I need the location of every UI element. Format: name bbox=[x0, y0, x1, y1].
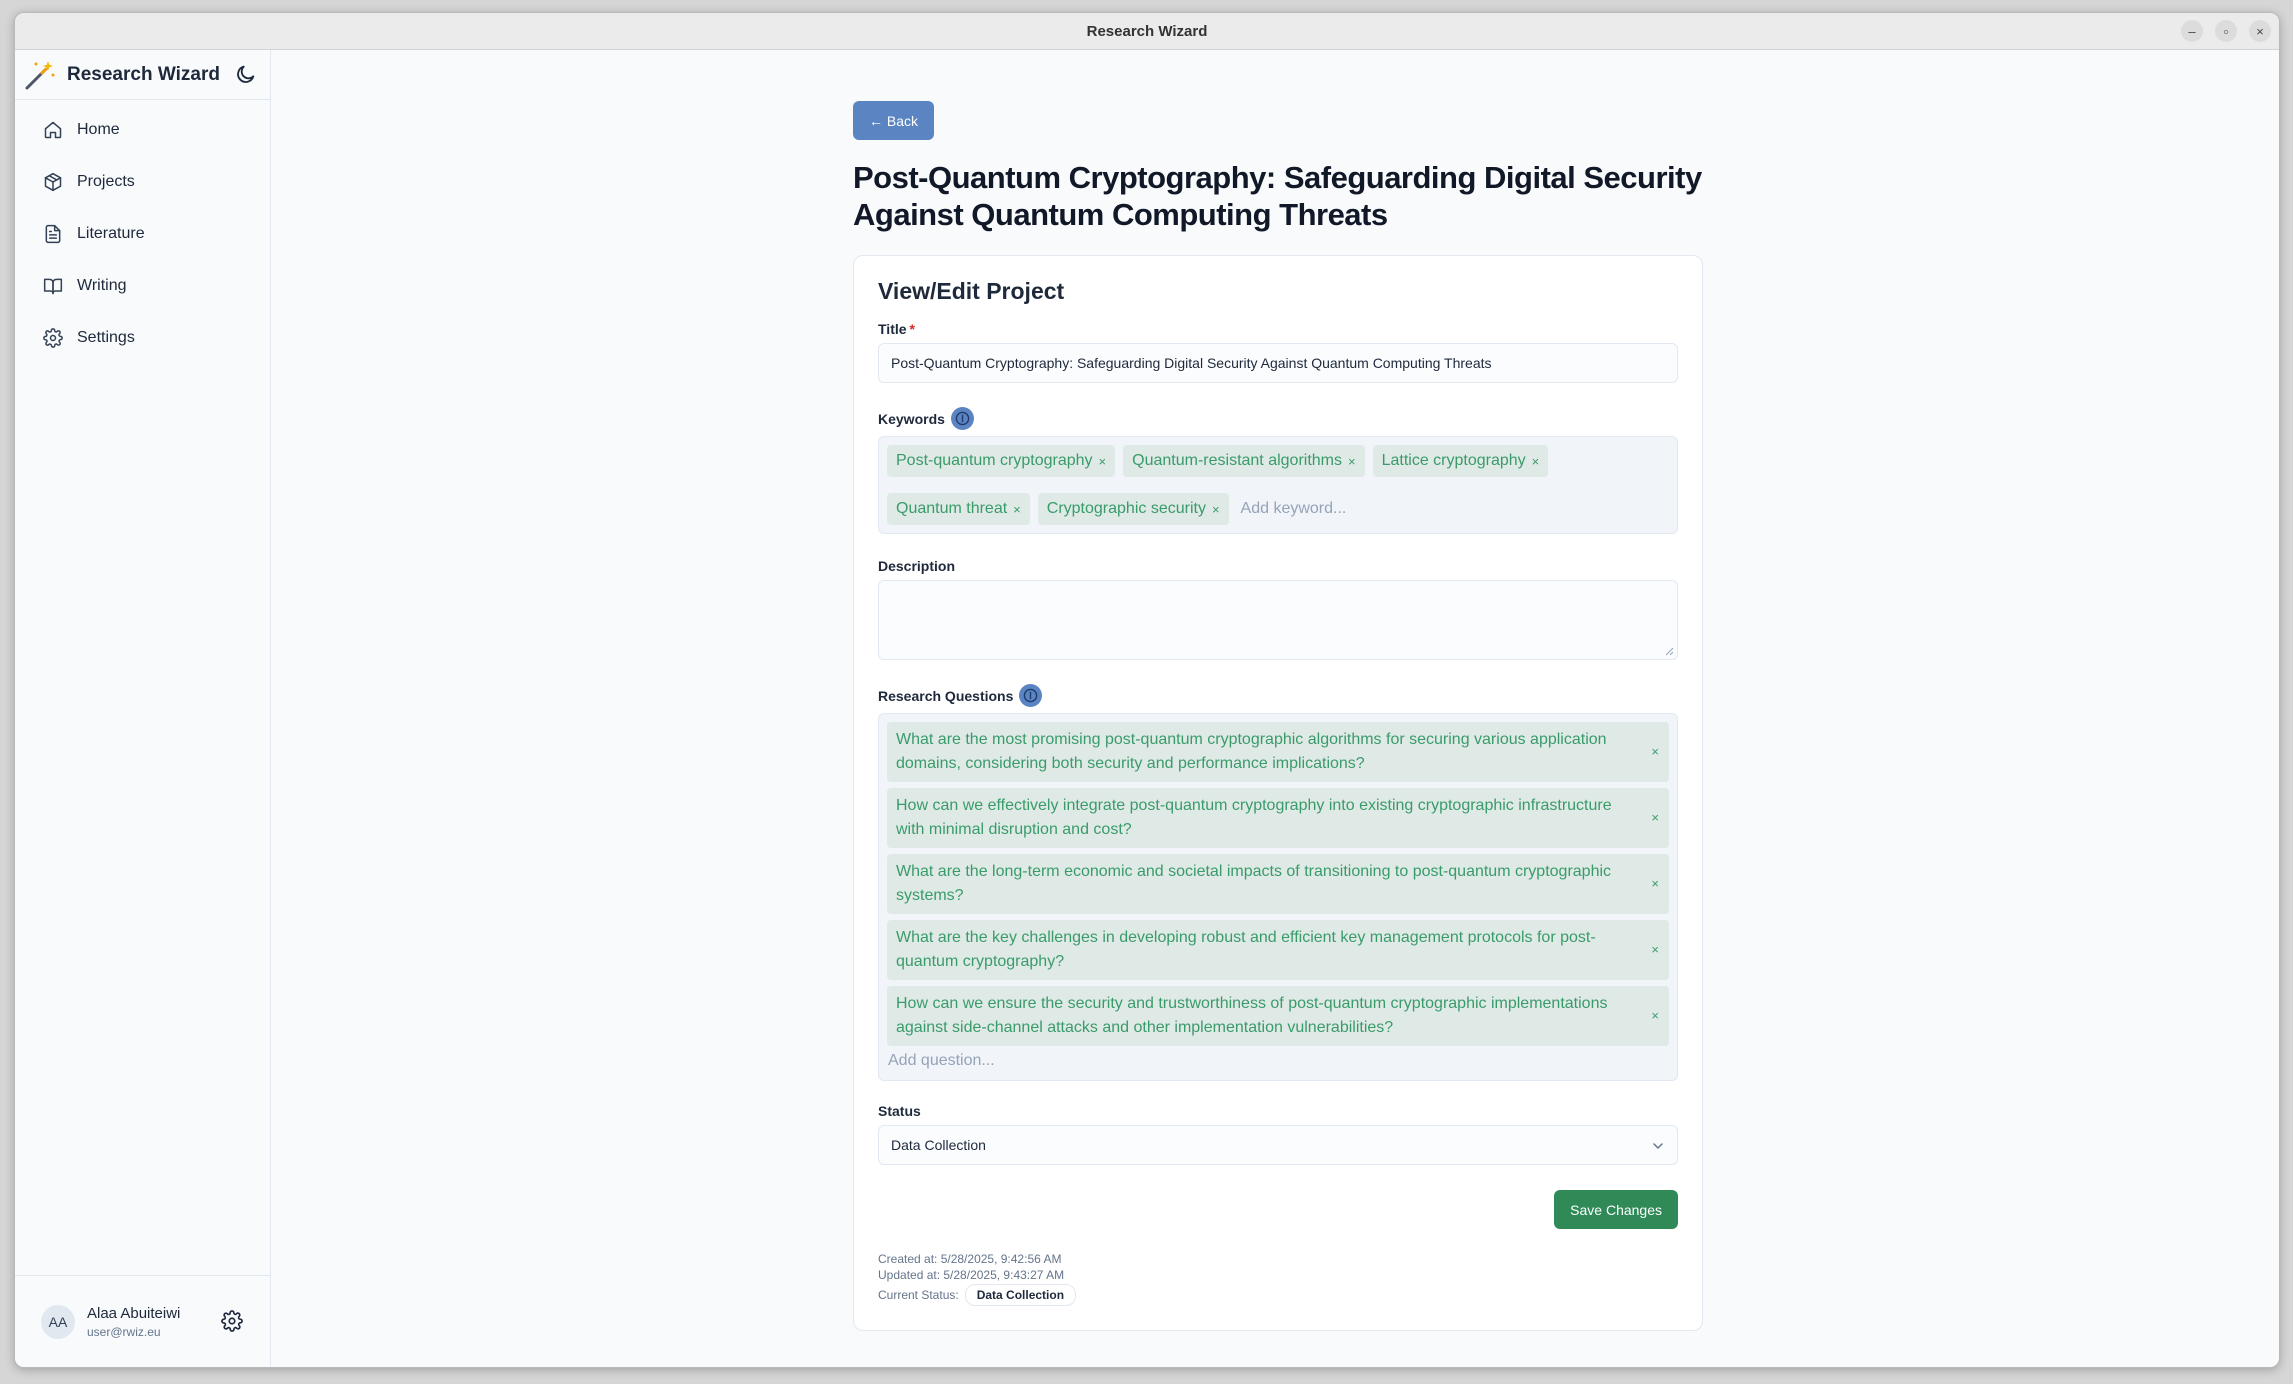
remove-keyword-icon[interactable]: × bbox=[1348, 454, 1356, 469]
user-settings-icon[interactable] bbox=[221, 1310, 243, 1332]
keyword-text: Quantum-resistant algorithms bbox=[1132, 452, 1342, 469]
keywords-input-box[interactable]: Post-quantum cryptography × Quantum-resis… bbox=[878, 436, 1678, 534]
project-form-card: View/Edit Project Title * Post-Quantum C… bbox=[853, 255, 1703, 1331]
keyword-chip: Post-quantum cryptography × bbox=[887, 445, 1116, 477]
description-textarea[interactable] bbox=[878, 580, 1678, 660]
book-open-icon bbox=[43, 278, 63, 295]
window-title: Research Wizard bbox=[1086, 22, 1208, 40]
info-icon[interactable] bbox=[1019, 684, 1043, 707]
sidebar-item-label: Settings bbox=[77, 329, 135, 346]
keywords-label: Keywords bbox=[878, 407, 1678, 430]
question-text: How can we effectively integrate post-qu… bbox=[896, 797, 1612, 838]
remove-keyword-icon[interactable]: × bbox=[1013, 502, 1021, 517]
sidebar-item-literature[interactable]: Literature bbox=[23, 212, 262, 256]
keyword-chip: Quantum threat × bbox=[887, 493, 1030, 525]
back-button[interactable]: ← Back bbox=[853, 101, 935, 140]
current-status-label: Current Status: bbox=[878, 1288, 959, 1302]
sidebar-item-label: Literature bbox=[77, 225, 145, 242]
keyword-chip: Lattice cryptography × bbox=[1372, 445, 1549, 477]
user-name: Alaa Abuiteiwi bbox=[87, 1304, 181, 1322]
info-icon[interactable] bbox=[950, 407, 974, 430]
keywords-label-text: Keywords bbox=[878, 410, 945, 427]
question-text: What are the most promising post-quantum… bbox=[896, 731, 1607, 772]
remove-question-icon[interactable]: × bbox=[1651, 938, 1659, 962]
title-label: Title * bbox=[878, 321, 1678, 337]
project-content: ← Back Post-Quantum Cryptography: Safegu… bbox=[853, 101, 1703, 1331]
title-label-text: Title bbox=[878, 321, 907, 337]
brand-name: Research Wizard bbox=[67, 63, 220, 85]
save-changes-button[interactable]: Save Changes bbox=[1554, 1190, 1678, 1229]
question-item: What are the long-term economic and soci… bbox=[887, 854, 1669, 914]
question-item: What are the key challenges in developin… bbox=[887, 920, 1669, 980]
status-badge: Data Collection bbox=[964, 1284, 1077, 1306]
avatar[interactable]: AA bbox=[41, 1304, 75, 1339]
sidebar-item-writing[interactable]: Writing bbox=[23, 264, 262, 308]
main-area: ← Back Post-Quantum Cryptography: Safegu… bbox=[271, 50, 2279, 1367]
keyword-text: Cryptographic security bbox=[1046, 500, 1206, 517]
add-keyword-input[interactable]: Add keyword... bbox=[1237, 493, 1347, 525]
description-label: Description bbox=[878, 558, 956, 574]
status-label: Status bbox=[878, 1103, 921, 1119]
remove-keyword-icon[interactable]: × bbox=[1099, 454, 1107, 469]
remove-keyword-icon[interactable]: × bbox=[1212, 502, 1220, 517]
status-select[interactable]: Data Collection bbox=[878, 1125, 1678, 1165]
title-input[interactable]: Post-Quantum Cryptography: Safeguarding … bbox=[878, 343, 1678, 383]
minimize-button[interactable]: – bbox=[2181, 20, 2203, 42]
research-questions-box: What are the most promising post-quantum… bbox=[878, 713, 1678, 1081]
question-item: How can we ensure the security and trust… bbox=[887, 986, 1669, 1046]
question-item: How can we effectively integrate post-qu… bbox=[887, 788, 1669, 848]
project-metadata: Created at: 5/28/2025, 9:42:56 AM Update… bbox=[878, 1251, 1678, 1306]
document-icon bbox=[45, 224, 61, 244]
status-select-value: Data Collection bbox=[891, 1137, 986, 1153]
user-profile: AA Alaa Abuiteiwi user@rwiz.eu bbox=[15, 1275, 270, 1367]
remove-keyword-icon[interactable]: × bbox=[1532, 454, 1540, 469]
sidebar-item-home[interactable]: Home bbox=[23, 108, 262, 152]
keyword-text: Post-quantum cryptography bbox=[896, 452, 1093, 469]
remove-question-icon[interactable]: × bbox=[1651, 806, 1659, 830]
sidebar: Research Wizard Home Projects Literature… bbox=[15, 50, 271, 1367]
box-icon bbox=[44, 172, 62, 192]
updated-at: Updated at: 5/28/2025, 9:43:27 AM bbox=[878, 1268, 1065, 1282]
sidebar-item-settings[interactable]: Settings bbox=[23, 316, 262, 360]
sidebar-item-projects[interactable]: Projects bbox=[23, 160, 262, 204]
sidebar-nav: Home Projects Literature Writing Setting… bbox=[15, 100, 270, 360]
maximize-button[interactable]: ▫ bbox=[2215, 20, 2237, 42]
user-email: user@rwiz.eu bbox=[87, 1324, 161, 1339]
question-text: How can we ensure the security and trust… bbox=[896, 995, 1608, 1036]
close-button[interactable]: × bbox=[2249, 20, 2271, 42]
created-at: Created at: 5/28/2025, 9:42:56 AM bbox=[878, 1252, 1062, 1266]
page-title: Post-Quantum Cryptography: Safeguarding … bbox=[853, 160, 1702, 232]
add-question-input[interactable]: Add question... bbox=[887, 1048, 1669, 1072]
moon-icon[interactable] bbox=[235, 63, 257, 85]
required-mark: * bbox=[909, 321, 915, 337]
home-icon bbox=[44, 121, 62, 139]
question-text: What are the key challenges in developin… bbox=[896, 929, 1596, 970]
chevron-down-icon bbox=[1653, 1143, 1663, 1149]
sidebar-item-label: Home bbox=[77, 121, 120, 138]
research-questions-label: Research Questions bbox=[878, 684, 1678, 707]
remove-question-icon[interactable]: × bbox=[1651, 1004, 1659, 1028]
title-bar: Research Wizard – ▫ × bbox=[15, 13, 2279, 50]
keyword-chip: Cryptographic security × bbox=[1037, 493, 1229, 525]
gear-icon bbox=[43, 328, 63, 348]
keyword-text: Lattice cryptography bbox=[1381, 452, 1526, 469]
keyword-text: Quantum threat bbox=[896, 500, 1008, 517]
remove-question-icon[interactable]: × bbox=[1651, 740, 1659, 764]
sidebar-item-label: Projects bbox=[77, 173, 135, 190]
sidebar-item-label: Writing bbox=[77, 277, 127, 294]
remove-question-icon[interactable]: × bbox=[1651, 872, 1659, 896]
question-text: What are the long-term economic and soci… bbox=[896, 863, 1612, 904]
keyword-chip: Quantum-resistant algorithms × bbox=[1123, 445, 1365, 477]
form-heading: View/Edit Project bbox=[878, 278, 1065, 304]
magic-wand-icon bbox=[25, 60, 55, 89]
app-window: Research Wizard – ▫ × Research Wizard Ho… bbox=[14, 12, 2280, 1368]
research-questions-label-text: Research Questions bbox=[878, 687, 1014, 704]
question-item: What are the most promising post-quantum… bbox=[887, 722, 1669, 782]
resize-handle-icon[interactable] bbox=[1664, 646, 1674, 656]
brand: Research Wizard bbox=[15, 50, 270, 100]
